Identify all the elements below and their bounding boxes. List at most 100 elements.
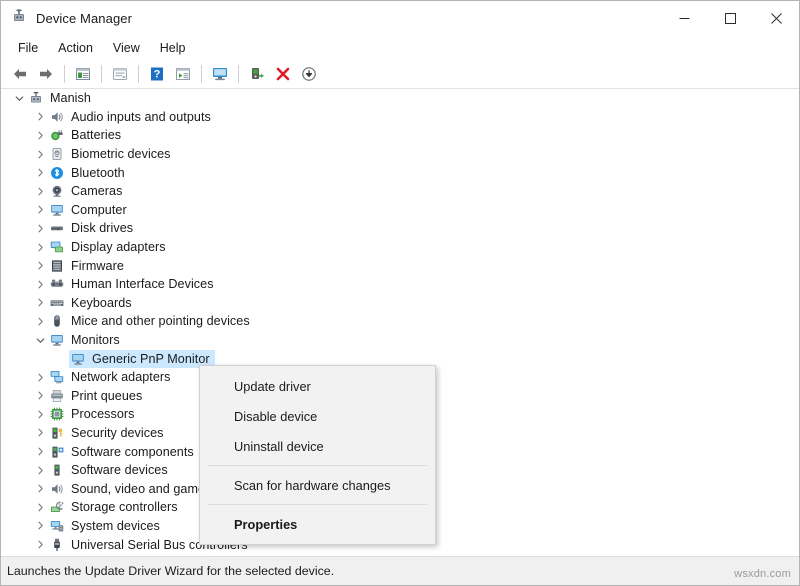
tree-item-content[interactable]: System devices: [48, 518, 160, 534]
chevron-right-icon[interactable]: [33, 447, 48, 456]
tree-item[interactable]: Audio inputs and outputs: [1, 108, 799, 127]
chevron-right-icon[interactable]: [33, 243, 48, 252]
chevron-right-icon[interactable]: [33, 391, 48, 400]
close-button[interactable]: [753, 1, 799, 36]
toolbar-separator: [238, 65, 239, 83]
tree-item-content[interactable]: Display adapters: [48, 239, 166, 255]
chevron-right-icon[interactable]: [33, 261, 48, 270]
system-device-icon: [48, 518, 66, 534]
menu-view[interactable]: View: [104, 38, 149, 58]
toolbar-separator: [101, 65, 102, 83]
context-menu-item[interactable]: Scan for hardware changes: [200, 470, 435, 500]
tree-item-label: Cameras: [71, 184, 122, 198]
tree-item[interactable]: Biometric devices: [1, 145, 799, 164]
chevron-down-icon[interactable]: [33, 336, 48, 345]
tree-item-content[interactable]: Human Interface Devices: [48, 276, 214, 292]
chevron-right-icon[interactable]: [33, 428, 48, 437]
chevron-right-icon[interactable]: [33, 205, 48, 214]
chevron-right-icon[interactable]: [33, 131, 48, 140]
tree-item-content[interactable]: Software components: [48, 444, 194, 460]
chevron-right-icon[interactable]: [33, 224, 48, 233]
chevron-right-icon[interactable]: [33, 503, 48, 512]
tree-item-content[interactable]: Disk drives: [48, 220, 133, 236]
tree-item[interactable]: Cameras: [1, 182, 799, 201]
maximize-button[interactable]: [707, 1, 753, 36]
speaker-icon: [48, 109, 66, 125]
context-menu-item[interactable]: Update driver: [200, 371, 435, 401]
tree-item-content[interactable]: Security devices: [48, 425, 164, 441]
tree-item[interactable]: Disk drives: [1, 219, 799, 238]
window-controls: [661, 1, 799, 36]
fingerprint-icon: [48, 146, 66, 162]
watermark: wsxdn.com: [734, 568, 791, 580]
tree-item-selected[interactable]: Generic PnP Monitor: [69, 350, 215, 368]
chevron-right-icon[interactable]: [33, 410, 48, 419]
context-menu-item[interactable]: Properties: [200, 509, 435, 539]
chevron-down-icon[interactable]: [12, 94, 27, 103]
tree-item-content[interactable]: Manish: [27, 90, 91, 106]
tree-item-content[interactable]: Processors: [48, 406, 135, 422]
tree-item-content[interactable]: Bluetooth: [48, 165, 125, 181]
minimize-button[interactable]: [661, 1, 707, 36]
help-icon[interactable]: ?: [144, 62, 170, 86]
chevron-right-icon[interactable]: [33, 280, 48, 289]
tree-item-content[interactable]: Storage controllers: [48, 499, 178, 515]
tree-item[interactable]: Bluetooth: [1, 163, 799, 182]
tree-item-label: Mice and other pointing devices: [71, 314, 250, 328]
context-menu-item[interactable]: Uninstall device: [200, 431, 435, 461]
chevron-right-icon[interactable]: [33, 168, 48, 177]
tree-item[interactable]: Mice and other pointing devices: [1, 312, 799, 331]
back-icon[interactable]: [7, 62, 33, 86]
context-menu-item[interactable]: Disable device: [200, 401, 435, 431]
tree-item[interactable]: Display adapters: [1, 238, 799, 257]
speaker-icon: [48, 481, 66, 497]
tree-item-content[interactable]: Keyboards: [48, 295, 132, 311]
properties-icon[interactable]: [70, 62, 96, 86]
tree-item[interactable]: Batteries: [1, 126, 799, 145]
context-menu[interactable]: Update driverDisable deviceUninstall dev…: [199, 365, 436, 545]
chevron-right-icon[interactable]: [33, 521, 48, 530]
tree-item-content[interactable]: Mice and other pointing devices: [48, 313, 250, 329]
chevron-right-icon[interactable]: [33, 112, 48, 121]
menu-help[interactable]: Help: [151, 38, 195, 58]
show-hidden-devices-icon[interactable]: [107, 62, 133, 86]
tree-item-content[interactable]: Computer: [48, 202, 127, 218]
tree-item-content[interactable]: Cameras: [48, 183, 122, 199]
tree-item-label: Batteries: [71, 128, 121, 142]
menu-action[interactable]: Action: [49, 38, 102, 58]
chevron-right-icon[interactable]: [33, 150, 48, 159]
tree-item[interactable]: Monitors: [1, 331, 799, 350]
menu-file[interactable]: File: [9, 38, 47, 58]
hid-gamepad-icon: [48, 276, 66, 292]
tree-item-content[interactable]: Batteries: [48, 127, 121, 143]
tree-item[interactable]: Firmware: [1, 256, 799, 275]
security-device-icon: [48, 425, 66, 441]
tree-item-content[interactable]: Audio inputs and outputs: [48, 109, 211, 125]
tree-item[interactable]: Computer: [1, 201, 799, 220]
printer-icon: [48, 388, 66, 404]
uninstall-device-icon[interactable]: [270, 62, 296, 86]
tree-item-content[interactable]: Print queues: [48, 388, 142, 404]
chevron-right-icon[interactable]: [33, 317, 48, 326]
chevron-right-icon[interactable]: [33, 298, 48, 307]
enable-device-icon[interactable]: [244, 62, 270, 86]
tree-item-content[interactable]: Monitors: [48, 332, 120, 348]
chevron-right-icon[interactable]: [33, 373, 48, 382]
chevron-right-icon[interactable]: [33, 540, 48, 549]
update-driver-icon[interactable]: [170, 62, 196, 86]
tree-item[interactable]: Manish: [1, 89, 799, 108]
chevron-right-icon[interactable]: [33, 187, 48, 196]
tree-item[interactable]: Keyboards: [1, 294, 799, 313]
forward-icon[interactable]: [33, 62, 59, 86]
chevron-right-icon[interactable]: [33, 466, 48, 475]
tree-item[interactable]: Human Interface Devices: [1, 275, 799, 294]
disable-device-icon[interactable]: [296, 62, 322, 86]
tree-item-label: Keyboards: [71, 296, 132, 310]
tree-item-label: Generic PnP Monitor: [92, 352, 210, 366]
chevron-right-icon[interactable]: [33, 484, 48, 493]
tree-item-content[interactable]: Software devices: [48, 462, 168, 478]
tree-item-content[interactable]: Biometric devices: [48, 146, 171, 162]
tree-item-content[interactable]: Firmware: [48, 258, 124, 274]
tree-item-content[interactable]: Network adapters: [48, 369, 171, 385]
scan-hardware-changes-icon[interactable]: [207, 62, 233, 86]
